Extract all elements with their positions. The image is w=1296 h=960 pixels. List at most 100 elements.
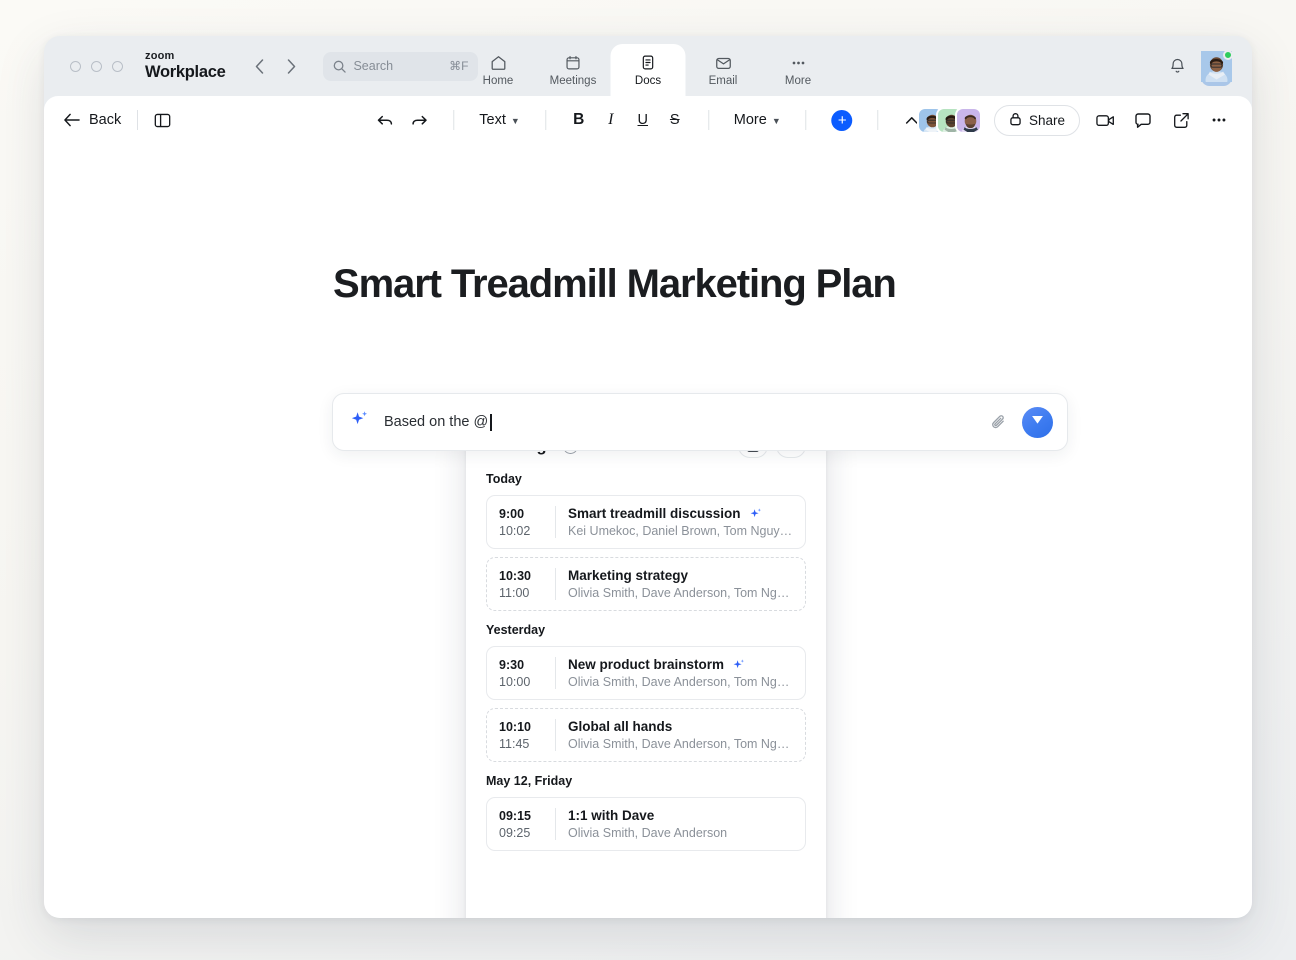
user-avatar[interactable] (1201, 51, 1232, 82)
toolbar-divider (806, 110, 807, 130)
tab-email-label: Email (709, 75, 738, 87)
more-options-icon[interactable] (1206, 107, 1232, 133)
insert-button[interactable]: + (832, 110, 853, 131)
window-controls[interactable] (70, 61, 123, 72)
meeting-start-time: 9:30 (499, 658, 543, 672)
send-icon (1030, 412, 1045, 432)
share-button[interactable]: Share (994, 105, 1080, 136)
envelope-icon (714, 53, 732, 72)
collaborator-avatar[interactable] (955, 107, 982, 134)
meeting-participants: Olivia Smith, Dave Anderson, Tom Nguyen.… (568, 737, 793, 751)
meetings-list: Today 9:00 10:02 Smart treadmill discussion… (486, 472, 806, 851)
text-style-dropdown[interactable]: Text ▼ (472, 105, 527, 135)
toolbar-divider (545, 110, 546, 130)
maximize-window-button[interactable] (112, 61, 123, 72)
meeting-time: 09:1509:25 (499, 809, 555, 840)
meeting-name: Smart treadmill discussion (568, 506, 741, 521)
search-placeholder: Search (353, 59, 442, 73)
redo-button[interactable] (403, 105, 435, 135)
bold-button[interactable]: B (564, 105, 594, 135)
nav-back-button[interactable] (247, 54, 271, 78)
meeting-end-time: 11:45 (499, 737, 543, 751)
meeting-list-item[interactable]: 9:3010:00New product brainstormOlivia Sm… (486, 646, 806, 700)
ai-sparkle-icon (749, 507, 763, 521)
meeting-start-time: 9:00 (499, 507, 543, 521)
formatting-toolbar: Text ▼ B I U S More ▼ + (369, 105, 926, 135)
tab-more-label: More (785, 75, 811, 87)
zoom-workplace-logo: zoom Workplace (145, 51, 225, 81)
minimize-window-button[interactable] (91, 61, 102, 72)
meeting-participants: Kei Umekoc, Daniel Brown, Tom Nguyen... (568, 524, 793, 538)
toolbar-divider (453, 110, 454, 130)
meetings-day-label: Today (486, 472, 806, 486)
zoom-workplace-window: zoom Workplace Search ⌘F (44, 36, 1252, 918)
meeting-details: Marketing strategyOlivia Smith, Dave And… (556, 568, 793, 600)
back-button[interactable]: Back (64, 112, 121, 128)
meeting-name: Global all hands (568, 719, 672, 734)
meeting-details: 1:1 with DaveOlivia Smith, Dave Anderson (556, 808, 793, 840)
meetings-day-label: Yesterday (486, 623, 806, 637)
window-title-bar: zoom Workplace Search ⌘F (44, 36, 1252, 96)
main-navigation-tabs: Home Meetings Docs (461, 36, 836, 96)
meeting-participants: Olivia Smith, Dave Anderson (568, 826, 793, 840)
meeting-list-item[interactable]: 10:10 11:45 Global all hands Olivia Smith, … (486, 708, 806, 762)
meetings-day-label: May 12, Friday (486, 774, 806, 788)
tab-email[interactable]: Email (686, 44, 761, 96)
back-label: Back (89, 112, 121, 128)
comment-icon[interactable] (1130, 107, 1156, 133)
close-window-button[interactable] (70, 61, 81, 72)
meeting-end-time: 11:00 (499, 586, 543, 600)
meeting-end-time: 09:25 (499, 826, 543, 840)
meeting-name: Marketing strategy (568, 568, 688, 583)
bell-icon[interactable] (1168, 57, 1187, 76)
meeting-list-item[interactable]: 09:1509:251:1 with DaveOlivia Smith, Dav… (486, 797, 806, 851)
send-button[interactable] (1022, 407, 1053, 438)
strikethrough-button[interactable]: S (660, 105, 690, 135)
ai-prompt-input[interactable]: Based on the @ (384, 414, 990, 431)
history-navigation (247, 54, 303, 78)
side-panel-icon[interactable] (154, 112, 171, 129)
meeting-details: Smart treadmill discussion Kei Umekoc, Da… (556, 506, 793, 538)
document-icon (640, 53, 657, 72)
document-area: Back Text ▼ (44, 96, 1252, 918)
meeting-time: 9:3010:00 (499, 658, 555, 689)
underline-button[interactable]: U (628, 105, 658, 135)
meeting-name: New product brainstorm (568, 657, 724, 672)
more-formatting-dropdown[interactable]: More ▼ (727, 105, 788, 135)
meeting-list-item[interactable]: 9:00 10:02 Smart treadmill discussion Kei U… (486, 495, 806, 549)
nav-forward-button[interactable] (279, 54, 303, 78)
document-toolbar: Back Text ▼ (44, 96, 1252, 144)
meeting-end-time: 10:02 (499, 524, 543, 538)
italic-button[interactable]: I (596, 105, 626, 135)
avatar-image (1201, 69, 1232, 86)
desktop-background: zoom Workplace Search ⌘F (0, 0, 1296, 960)
brand-zoom: zoom (145, 51, 225, 62)
brand-workplace: Workplace (145, 64, 225, 81)
meeting-list-item[interactable]: 10:3011:00Marketing strategyOlivia Smith… (486, 557, 806, 611)
external-link-icon[interactable] (1168, 107, 1194, 133)
ai-sparkle-icon (349, 409, 370, 435)
tab-docs-label: Docs (635, 75, 661, 87)
search-input[interactable]: Search ⌘F (323, 52, 478, 81)
undo-button[interactable] (369, 105, 401, 135)
share-label: Share (1029, 113, 1065, 128)
chevron-down-icon: ▼ (772, 116, 781, 126)
meetings-popover: Meetings ? Today9:0010:02Smart treadmill… (466, 418, 826, 918)
meeting-time: 9:00 10:02 (499, 507, 555, 538)
tab-meetings[interactable]: Meetings (536, 44, 611, 96)
ai-prompt-bar[interactable]: Based on the @ (332, 393, 1068, 451)
toolbar-divider (137, 110, 138, 130)
paperclip-icon[interactable] (990, 413, 1008, 432)
tab-more[interactable]: More (761, 44, 836, 96)
online-status-indicator (1223, 50, 1233, 60)
page-title: Smart Treadmill Marketing Plan (333, 262, 896, 307)
meeting-start-time: 10:10 (499, 720, 543, 734)
tab-home[interactable]: Home (461, 44, 536, 96)
calendar-icon (565, 53, 582, 72)
video-camera-icon[interactable] (1092, 107, 1118, 133)
ellipsis-icon (789, 53, 807, 72)
tab-meetings-label: Meetings (550, 75, 597, 87)
home-icon (489, 53, 507, 72)
collaborator-avatars[interactable] (917, 107, 982, 134)
tab-docs[interactable]: Docs (611, 44, 686, 96)
